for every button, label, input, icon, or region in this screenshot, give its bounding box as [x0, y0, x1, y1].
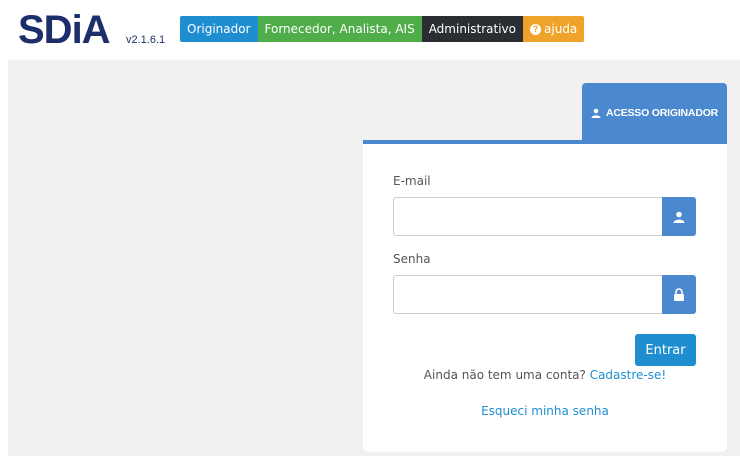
- lock-icon: [674, 288, 684, 301]
- entrar-button[interactable]: Entrar: [635, 334, 696, 366]
- question-circle-icon: ?: [530, 23, 541, 35]
- nav-fornecedor-button[interactable]: Fornecedor, Analista, AIS: [257, 16, 422, 42]
- top-nav: Originador Fornecedor, Analista, AIS Adm…: [180, 16, 585, 42]
- email-addon: [662, 197, 696, 236]
- email-label: E-mail: [393, 174, 431, 188]
- password-addon: [662, 275, 696, 314]
- top-bar: SDiA v2.1.6.1 Originador Fornecedor, Ana…: [0, 0, 740, 60]
- user-icon: [591, 108, 601, 118]
- signup-line: Ainda não tem uma conta? Cadastre-se!: [363, 368, 727, 382]
- logo[interactable]: SDiA v2.1.6.1: [18, 8, 168, 52]
- password-input-group: [393, 275, 696, 314]
- forgot-password-link[interactable]: Esqueci minha senha: [363, 404, 727, 418]
- signup-prompt: Ainda não tem uma conta?: [423, 368, 586, 382]
- email-input-group: [393, 197, 696, 236]
- password-field[interactable]: [393, 275, 662, 314]
- nav-administrativo-button[interactable]: Administrativo: [421, 16, 523, 42]
- password-label: Senha: [393, 252, 431, 266]
- logo-text: SDiA: [18, 8, 111, 52]
- tab-acesso-originador[interactable]: ACESSO ORIGINADOR: [582, 83, 727, 143]
- nav-ajuda-button[interactable]: ? ajuda: [523, 16, 585, 42]
- signup-link[interactable]: Cadastre-se!: [590, 368, 667, 382]
- email-field[interactable]: [393, 197, 662, 236]
- tab-label: ACESSO ORIGINADOR: [605, 107, 719, 119]
- ajuda-label: ajuda: [544, 22, 578, 36]
- nav-originador-button[interactable]: Originador: [180, 16, 258, 42]
- user-icon: [673, 211, 685, 223]
- version-label: v2.1.6.1: [126, 34, 166, 46]
